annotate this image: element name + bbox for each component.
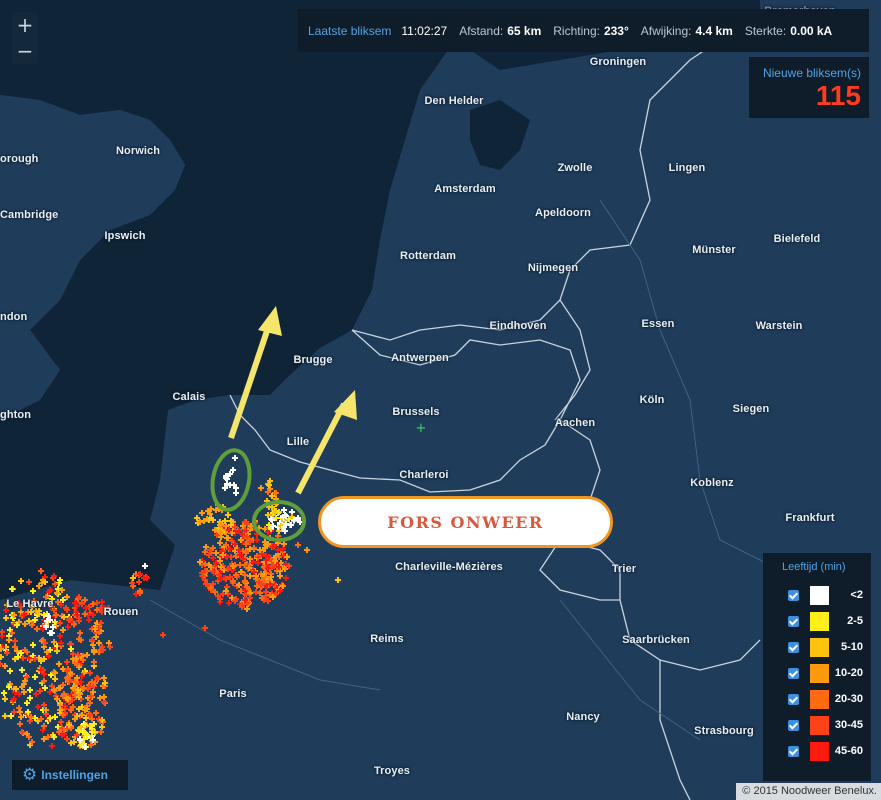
city-label: Charleroi xyxy=(399,469,449,481)
legend-row: 5-10 xyxy=(771,634,865,660)
brussels-marker: + xyxy=(416,421,427,436)
legend-row: 10-20 xyxy=(771,660,865,686)
legend-range: 45-60 xyxy=(834,745,863,757)
city-label: Paris xyxy=(219,688,247,700)
lightning-map-app: + Bremerhaven Groningen Den Helder oroug… xyxy=(0,0,881,800)
city-label: Siegen xyxy=(732,403,770,415)
city-label: ghton xyxy=(0,409,32,421)
legend-swatch xyxy=(810,663,829,683)
city-label: Le Havre xyxy=(6,598,54,610)
new-strikes-count: 115 xyxy=(815,80,861,111)
legend-swatch xyxy=(810,689,829,709)
city-label: Essen xyxy=(641,318,675,330)
last-strike-time: 11:02:27 xyxy=(401,23,448,38)
city-label: Den Helder xyxy=(424,95,484,107)
city-label: Eindhoven xyxy=(489,320,547,332)
severe-storm-callout: FORS ONWEER xyxy=(318,496,613,548)
city-label: Frankfurt xyxy=(785,512,835,524)
zoom-in-button[interactable]: + xyxy=(12,12,38,38)
legend-row: 2-5 xyxy=(771,608,865,634)
legend-range: <2 xyxy=(850,589,863,601)
city-label: orough xyxy=(0,153,39,165)
city-label: Reims xyxy=(370,633,404,645)
city-label: Brugge xyxy=(293,354,333,366)
legend-checkbox[interactable] xyxy=(788,615,799,627)
city-label: Münster xyxy=(692,244,736,256)
legend-checkbox[interactable] xyxy=(788,667,799,679)
legend-title: Leeftijd (min) xyxy=(782,561,846,573)
city-label: Amsterdam xyxy=(434,183,496,195)
zoom-out-button[interactable]: − xyxy=(12,38,38,64)
age-legend: Leeftijd (min) <2 2-5 5-10 10-20 20-30 3… xyxy=(763,553,871,781)
city-label: Rouen xyxy=(103,606,139,618)
settings-button[interactable]: ⚙ Instellingen xyxy=(12,760,128,790)
legend-range: 5-10 xyxy=(840,641,863,653)
legend-checkbox[interactable] xyxy=(788,641,799,653)
direction-label: Richting: xyxy=(553,23,600,38)
legend-checkbox[interactable] xyxy=(788,589,799,601)
city-label: Troyes xyxy=(373,765,411,777)
city-label: Groningen xyxy=(589,56,647,68)
legend-range: 10-20 xyxy=(834,667,863,679)
city-label: Trier xyxy=(611,563,637,575)
legend-swatch xyxy=(810,741,829,761)
new-strikes-label: Nieuwe bliksem(s) xyxy=(762,66,861,80)
city-label: Aachen xyxy=(554,417,596,429)
legend-row: 30-45 xyxy=(771,712,865,738)
legend-checkbox[interactable] xyxy=(788,693,799,705)
city-label: Strasbourg xyxy=(694,725,754,737)
last-strike-label: Laatste bliksem xyxy=(308,23,392,38)
city-label: Antwerpen xyxy=(391,352,449,364)
last-strike-info-bar: Laatste bliksem 11:02:27 Afstand: 65 km … xyxy=(298,9,869,52)
city-label: Koblenz xyxy=(690,477,734,489)
strength-label: Sterkte: xyxy=(744,23,787,38)
city-label: Norwich xyxy=(115,145,161,157)
attribution: © 2015 Noodweer Benelux. xyxy=(736,783,881,800)
city-label: Warstein xyxy=(755,320,803,332)
city-label: Rotterdam xyxy=(400,250,456,262)
city-label: Saarbrücken xyxy=(622,634,690,646)
city-label: Nijmegen xyxy=(527,262,579,274)
legend-row: 20-30 xyxy=(771,686,865,712)
legend-range: 30-45 xyxy=(834,719,863,731)
zoom-controls: + − xyxy=(12,12,38,64)
legend-swatch xyxy=(810,715,829,735)
legend-swatch xyxy=(810,637,829,657)
distance-label: Afstand: xyxy=(459,23,504,38)
gear-icon: ⚙ xyxy=(22,765,38,785)
strength-value: 0.00 kA xyxy=(790,23,833,38)
new-strikes-panel: Nieuwe bliksem(s) 115 xyxy=(749,57,869,118)
city-label: Calais xyxy=(172,391,206,403)
legend-row: <2 xyxy=(771,582,865,608)
distance-value: 65 km xyxy=(507,23,542,38)
settings-label: Instellingen xyxy=(41,768,108,782)
legend-swatch xyxy=(810,585,829,605)
city-label: Lingen xyxy=(668,162,706,174)
legend-swatch xyxy=(810,611,829,631)
deviation-value: 4.4 km xyxy=(695,23,733,38)
legend-range: 2-5 xyxy=(847,615,863,627)
legend-range: 20-30 xyxy=(834,693,863,705)
deviation-label: Afwijking: xyxy=(640,23,692,38)
city-label: Brussels xyxy=(392,406,440,418)
legend-checkbox[interactable] xyxy=(788,745,799,757)
city-label: Charleville-Mézières xyxy=(395,561,503,573)
city-label: Bielefeld xyxy=(773,233,821,245)
city-label: Lille xyxy=(286,436,310,448)
legend-row: 45-60 xyxy=(771,738,865,764)
direction-value: 233° xyxy=(603,23,629,38)
city-label: Apeldoorn xyxy=(535,207,591,219)
city-label: Zwolle xyxy=(557,162,593,174)
map-canvas[interactable]: + xyxy=(0,0,881,800)
city-label: ndon xyxy=(0,311,28,323)
city-label: Ipswich xyxy=(104,230,146,242)
city-label: Köln xyxy=(639,394,665,406)
city-label: Cambridge xyxy=(0,209,59,221)
legend-checkbox[interactable] xyxy=(788,719,799,731)
city-label: Nancy xyxy=(566,711,600,723)
